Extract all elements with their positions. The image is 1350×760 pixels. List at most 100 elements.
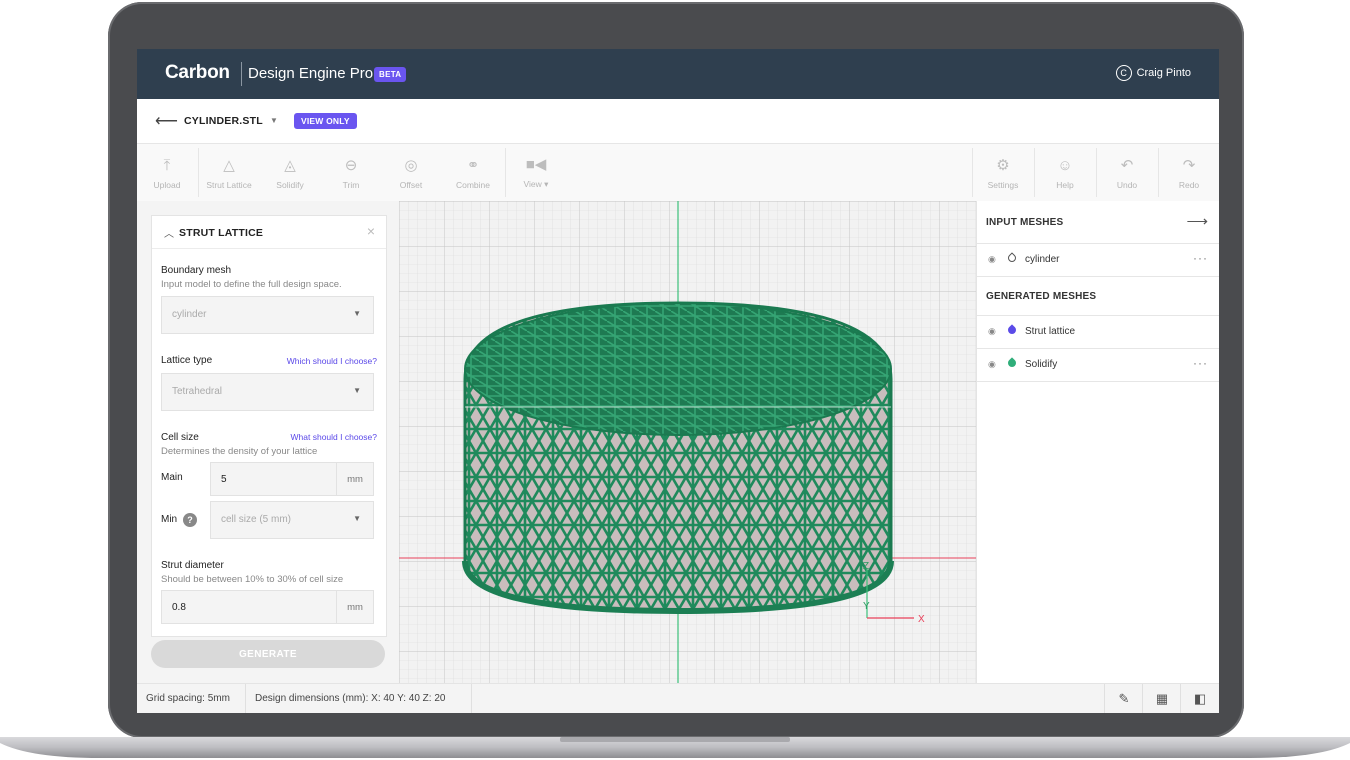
laptop-base [0, 737, 1350, 758]
mesh-row-strut-lattice[interactable]: ◉ Strut lattice [977, 316, 1219, 349]
strut-lattice-icon: △ [223, 156, 235, 174]
grid-spacing-text: Grid spacing: 5mm [146, 693, 230, 704]
app-screen: Carbon Design Engine Pro BETA C Craig Pi… [137, 49, 1219, 713]
mesh-row-solidify[interactable]: ◉ Solidify ··· [977, 349, 1219, 382]
status-divider [245, 684, 246, 713]
left-panel: ︿ STRUT LATTICE × Boundary mesh Input mo… [137, 201, 399, 683]
solidify-icon: ◬ [284, 156, 296, 174]
combine-button[interactable]: ⚭ Combine [445, 144, 501, 201]
x-axis-label: X [918, 614, 925, 625]
panel-layout-icon[interactable]: ◧ [1180, 684, 1219, 713]
help-button[interactable]: ☺ Help [1035, 144, 1095, 201]
undo-label: Undo [1116, 179, 1138, 190]
chevron-down-icon: ▼ [353, 309, 361, 318]
chevron-down-icon: ▼ [353, 386, 361, 395]
input-meshes-title: INPUT MESHES [986, 217, 1064, 228]
strut-lattice-card: ︿ STRUT LATTICE × Boundary mesh Input mo… [151, 215, 387, 637]
gear-icon: ⚙ [996, 156, 1010, 174]
undo-button[interactable]: ↶ Undo [1097, 144, 1157, 201]
arrow-right-icon[interactable]: ⟶ [1186, 212, 1208, 230]
combine-icon: ⚭ [466, 156, 480, 174]
combine-label: Combine [455, 179, 491, 190]
redo-label: Redo [1178, 179, 1200, 190]
file-bar: ⟵ CYLINDER.STL ▼ VIEW ONLY [137, 99, 1219, 144]
mesh-name: Strut lattice [1025, 326, 1076, 337]
more-options-icon[interactable]: ··· [1193, 251, 1208, 265]
video-camera-icon: ■◀ [525, 156, 547, 173]
input-meshes-header: INPUT MESHES ⟶ [977, 201, 1219, 244]
settings-button[interactable]: ⚙ Settings [973, 144, 1033, 201]
upload-icon: ⤒ [163, 156, 171, 174]
strut-diameter-label: Strut diameter [161, 560, 224, 571]
boundary-mesh-select[interactable]: cylinder ▼ [161, 296, 374, 334]
chevron-down-icon: ▼ [353, 514, 361, 523]
user-menu[interactable]: C Craig Pinto [1115, 65, 1191, 81]
close-icon[interactable]: × [367, 223, 375, 239]
carbon-logo[interactable]: Carbon [165, 62, 230, 84]
ruler-icon[interactable]: ✎ [1104, 684, 1143, 713]
view-label: View ▾ [523, 179, 549, 189]
lattice-cylinder-model[interactable] [462, 301, 894, 615]
status-divider [471, 684, 472, 713]
main-cell-size-value: 5 [221, 474, 227, 485]
file-dropdown-icon[interactable]: ▼ [270, 116, 278, 125]
y-axis-label: Y [863, 601, 870, 612]
strut-diameter-help: Should be between 10% to 30% of cell siz… [161, 574, 344, 585]
mesh-name: Solidify [1025, 359, 1058, 370]
grid-view-icon[interactable]: ▦ [1142, 684, 1181, 713]
min-label: Min [161, 514, 178, 525]
mesh-name: cylinder [1025, 254, 1060, 265]
z-axis-label: Z [863, 561, 869, 572]
offset-button[interactable]: ◎ Offset [383, 144, 439, 201]
question-icon[interactable]: ? [183, 513, 197, 527]
strut-lattice-button[interactable]: △ Strut Lattice [199, 144, 259, 201]
help-person-icon: ☺ [1057, 156, 1073, 174]
settings-label: Settings [987, 179, 1019, 190]
main-label: Main [161, 472, 183, 483]
header-divider [241, 62, 242, 86]
trim-button[interactable]: ⊖ Trim [323, 144, 379, 201]
min-cell-size-placeholder: cell size (5 mm) [221, 514, 292, 525]
trim-label: Trim [342, 179, 360, 190]
chevron-up-icon[interactable]: ︿ [164, 225, 174, 240]
file-name[interactable]: CYLINDER.STL [184, 115, 263, 127]
strut-lattice-label: Strut Lattice [206, 179, 252, 190]
eye-icon[interactable]: ◉ [988, 359, 996, 370]
solidify-button[interactable]: ◬ Solidify [261, 144, 319, 201]
toolbar: ⤒ Upload △ Strut Lattice ◬ Solidify ⊖ Tr… [137, 144, 1219, 202]
lattice-type-select[interactable]: Tetrahedral ▼ [161, 373, 374, 411]
app-header: Carbon Design Engine Pro BETA C Craig Pi… [137, 49, 1219, 99]
min-cell-size-select[interactable]: cell size (5 mm) ▼ [210, 501, 374, 539]
design-dimensions-text: Design dimensions (mm): X: 40 Y: 40 Z: 2… [255, 693, 446, 704]
beta-badge: BETA [374, 67, 407, 82]
more-options-icon[interactable]: ··· [1193, 356, 1208, 370]
status-bar: Grid spacing: 5mm Design dimensions (mm)… [137, 683, 1219, 713]
upload-button[interactable]: ⤒ Upload [143, 144, 191, 201]
strut-diameter-unit: mm [336, 591, 373, 623]
strut-diameter-input[interactable]: 0.8 mm [161, 590, 374, 624]
upload-label: Upload [153, 179, 181, 190]
user-name: Craig Pinto [1136, 67, 1191, 79]
generated-meshes-header: GENERATED MESHES [977, 277, 1219, 316]
eye-icon[interactable]: ◉ [988, 326, 996, 337]
lattice-type-value: Tetrahedral [172, 386, 223, 397]
card-header[interactable]: ︿ STRUT LATTICE × [152, 216, 386, 249]
view-menu-button[interactable]: ■◀ View ▾ [509, 144, 563, 201]
mesh-color-drop-icon [1006, 252, 1018, 264]
redo-icon: ↷ [1182, 156, 1196, 174]
main-cell-size-input[interactable]: 5 mm [210, 462, 374, 496]
3d-viewport[interactable]: Z Y X [399, 201, 976, 683]
boundary-mesh-label: Boundary mesh [161, 265, 232, 276]
boundary-mesh-help: Input model to define the full design sp… [161, 279, 342, 290]
eye-icon[interactable]: ◉ [988, 254, 996, 265]
generate-button[interactable]: GENERATE [151, 640, 385, 668]
mesh-row-cylinder[interactable]: ◉ cylinder ··· [977, 244, 1219, 277]
redo-button[interactable]: ↷ Redo [1159, 144, 1219, 201]
viewport-canvas: Z Y X [399, 201, 976, 683]
boundary-mesh-value: cylinder [172, 309, 207, 320]
toolbar-divider [505, 148, 506, 197]
back-arrow-icon[interactable]: ⟵ [155, 111, 178, 131]
lattice-help-link[interactable]: Which should I choose? [287, 356, 377, 366]
cell-size-help-link[interactable]: What should I choose? [291, 432, 377, 442]
card-title: STRUT LATTICE [179, 227, 264, 239]
